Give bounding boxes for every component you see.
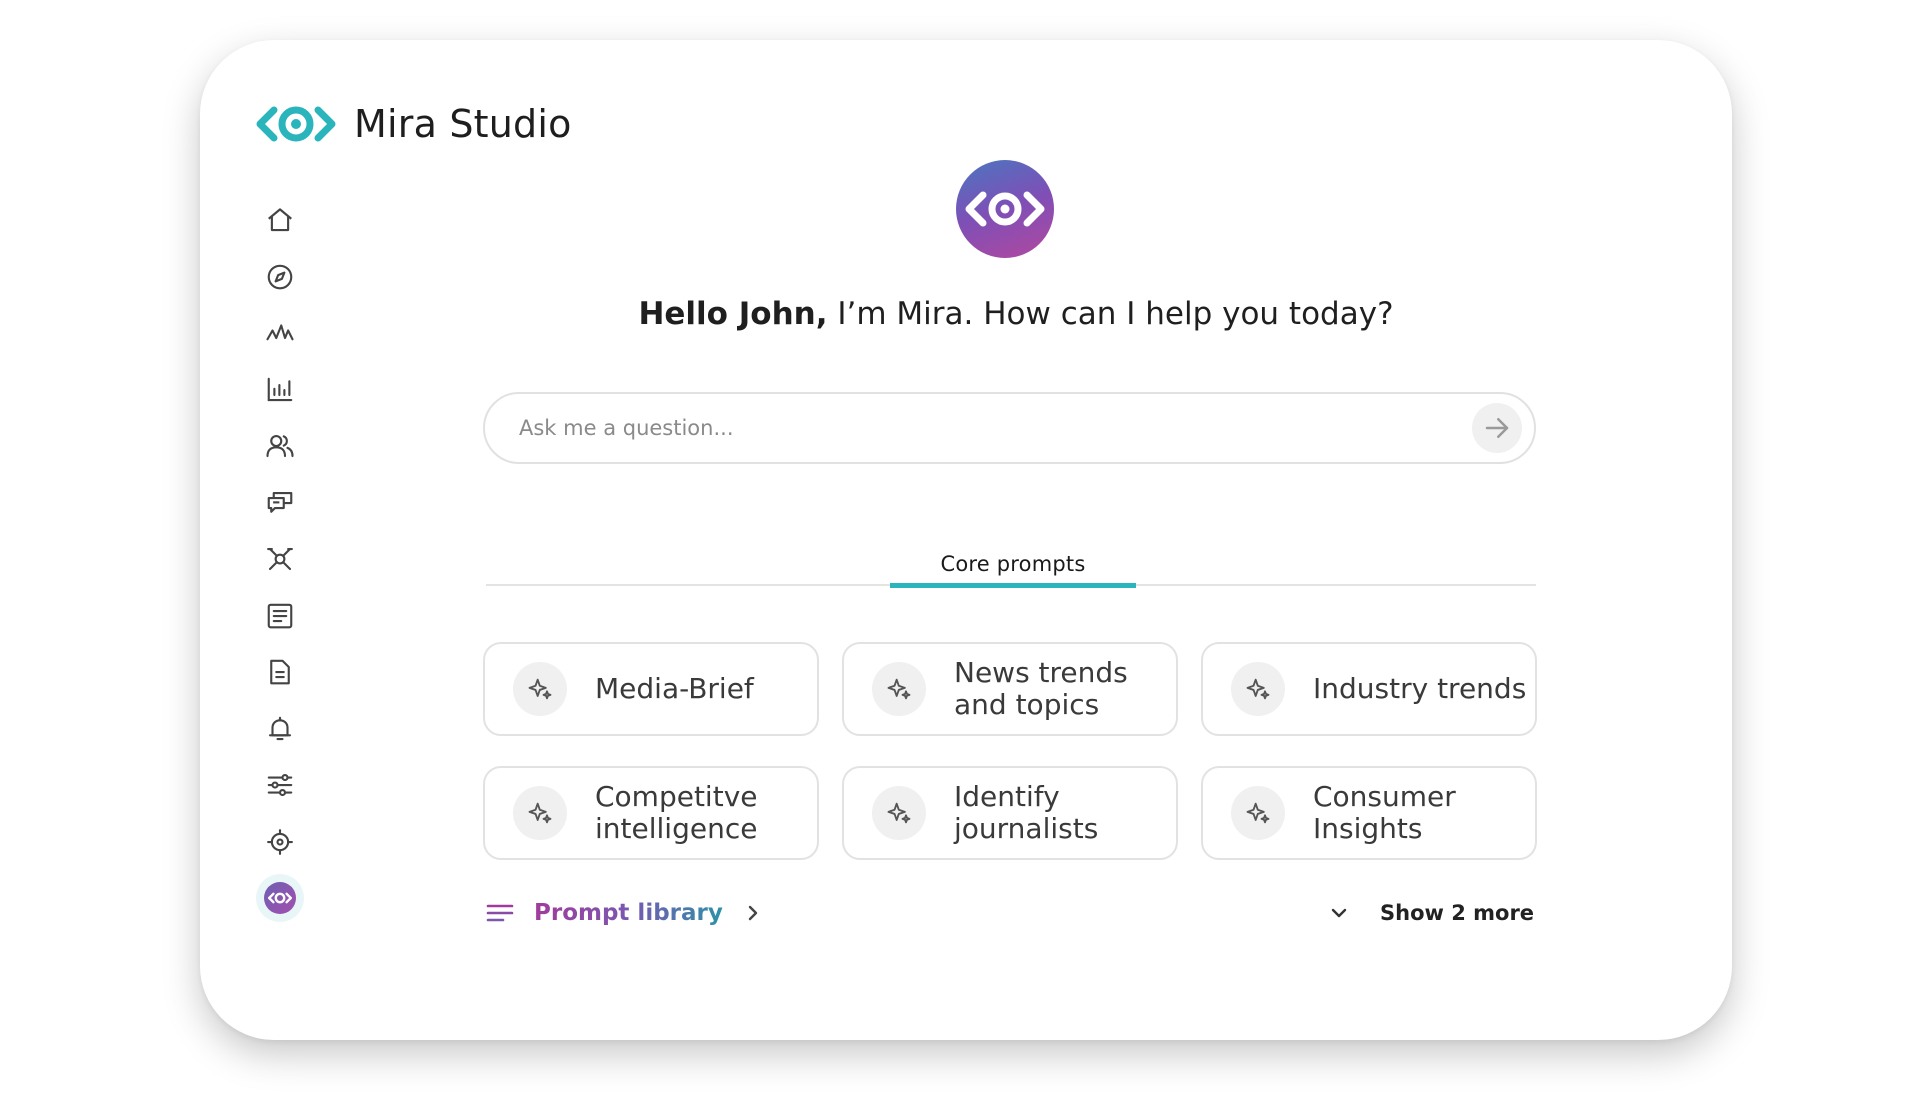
mira-logo-icon <box>264 882 296 914</box>
brand[interactable]: Mira Studio <box>256 102 572 146</box>
greeting-text: I’m Mira. How can I help you today? <box>827 296 1394 332</box>
sidebar-item-network[interactable] <box>256 535 304 583</box>
question-input[interactable] <box>519 416 1472 440</box>
chevron-down-icon <box>1331 908 1347 918</box>
gear-icon <box>267 828 293 855</box>
prompt-card-label: Media-Brief <box>595 672 754 705</box>
compass-icon <box>267 264 293 289</box>
prompt-card-label: News trends and topics <box>954 656 1128 721</box>
sparkle-icon <box>513 786 567 840</box>
network-icon <box>267 547 293 571</box>
greeting-name: Hello John, <box>638 296 828 332</box>
sparkle-icon <box>1231 662 1285 716</box>
prompt-library-link[interactable]: Prompt library <box>486 893 761 933</box>
app-title: Mira Studio <box>354 102 572 146</box>
sparkle-icon <box>872 786 926 840</box>
prompt-card-consumer-insights[interactable]: Consumer Insights <box>1201 766 1537 860</box>
sidebar-item-newsletter[interactable] <box>256 592 304 640</box>
bell-icon <box>268 716 292 740</box>
prompt-card-identify-journalists[interactable]: Identify journalists <box>842 766 1178 860</box>
pulse-icon <box>266 324 294 341</box>
assistant-avatar <box>956 160 1054 258</box>
users-icon <box>266 434 294 458</box>
prompt-card-competitive-intelligence[interactable]: Competitve intelligence <box>483 766 819 860</box>
question-search-bar <box>483 392 1536 464</box>
prompt-card-label: Competitve intelligence <box>595 780 758 845</box>
prompt-card-label: Consumer Insights <box>1313 780 1456 845</box>
sidebar-item-conversations[interactable] <box>256 479 304 527</box>
sidebar-item-settings[interactable] <box>256 818 304 866</box>
chevron-right-icon <box>748 905 758 921</box>
newsletter-icon <box>267 603 293 628</box>
prompt-tabs: Core prompts <box>486 510 1536 588</box>
chat-icon <box>267 491 293 513</box>
sidebar-item-filters[interactable] <box>256 761 304 809</box>
prompt-cards-grid: Media-Brief News trends and topics Indus… <box>483 642 1537 860</box>
prompt-card-label: Industry trends <box>1313 672 1527 705</box>
sidebar-item-alerts[interactable] <box>256 705 304 753</box>
greeting-heading: Hello John, I’m Mira. How can I help you… <box>470 296 1562 332</box>
sparkle-icon <box>1231 786 1285 840</box>
arrow-right-icon <box>1485 418 1509 438</box>
sliders-icon <box>267 773 293 797</box>
app-window: Mira Studio Hello John, I’m Mira. How ca… <box>200 40 1732 1040</box>
list-icon <box>486 904 514 922</box>
sparkle-icon <box>872 662 926 716</box>
sparkle-icon <box>513 662 567 716</box>
sidebar-item-mira[interactable] <box>256 874 304 922</box>
show-more-label: Show 2 more <box>1380 901 1535 925</box>
mira-logo-icon <box>256 106 336 142</box>
home-icon <box>268 208 292 232</box>
sidebar-item-reports[interactable] <box>256 648 304 696</box>
document-icon <box>270 659 290 685</box>
prompt-card-news-trends[interactable]: News trends and topics <box>842 642 1178 736</box>
bar-chart-icon <box>267 377 293 401</box>
tab-core-prompts[interactable]: Core prompts <box>890 510 1136 588</box>
prompt-card-label: Identify journalists <box>954 780 1099 845</box>
sidebar-item-pulse[interactable] <box>256 309 304 357</box>
send-button[interactable] <box>1472 403 1522 453</box>
mira-logo-icon <box>965 191 1045 227</box>
sidebar-item-explore[interactable] <box>256 253 304 301</box>
prompt-card-industry-trends[interactable]: Industry trends <box>1201 642 1537 736</box>
prompt-library-label: Prompt library <box>534 900 723 926</box>
sidebar-item-home[interactable] <box>256 196 304 244</box>
prompt-card-media-brief[interactable]: Media-Brief <box>483 642 819 736</box>
sidebar-item-analytics[interactable] <box>256 366 304 414</box>
sidebar-item-audience[interactable] <box>256 422 304 470</box>
show-more-button[interactable]: Show 2 more <box>1328 893 1534 933</box>
sidebar <box>256 196 304 931</box>
